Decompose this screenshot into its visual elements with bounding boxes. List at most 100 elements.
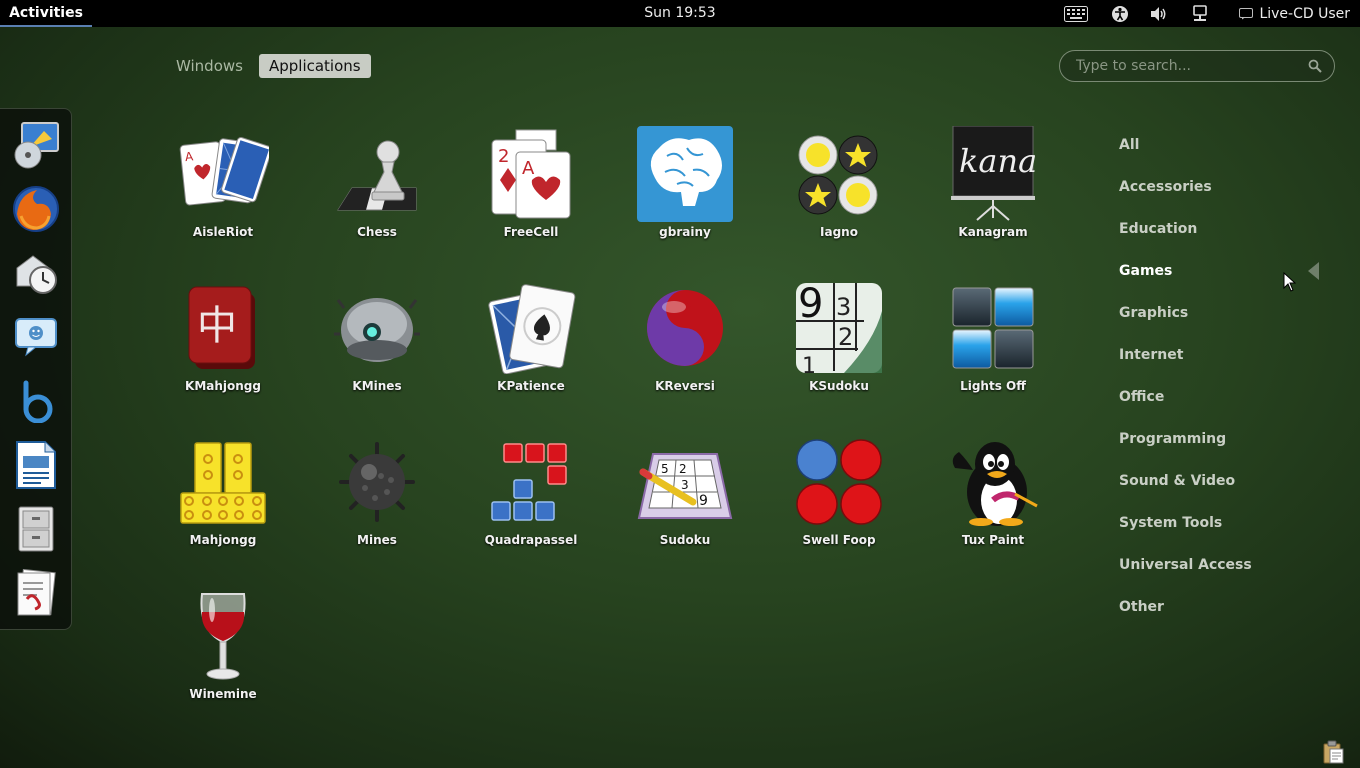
app-mahjongg[interactable]: Mahjongg: [158, 434, 288, 574]
app-freecell[interactable]: 2A FreeCell: [466, 126, 596, 266]
applications-tab[interactable]: Applications: [258, 54, 371, 78]
app-gbrainy[interactable]: gbrainy: [620, 126, 750, 266]
freecell-a-label: A: [522, 158, 535, 179]
yin-yang-icon: [637, 280, 733, 376]
app-chess[interactable]: Chess: [312, 126, 442, 266]
category-all[interactable]: All: [1119, 137, 1139, 153]
clipboard-icon[interactable]: [1322, 740, 1344, 768]
app-iagno[interactable]: Iagno: [774, 126, 904, 266]
banshee-icon: [23, 380, 53, 423]
app-quadrapassel[interactable]: Quadrapassel: [466, 434, 596, 574]
mahjong-char-label: 中: [197, 303, 237, 349]
dash-item-disc-burner[interactable]: [8, 117, 64, 173]
app-label: KMahjongg: [185, 379, 261, 393]
wine-glass-icon: [175, 588, 271, 684]
app-label: KReversi: [655, 379, 715, 393]
app-winemine[interactable]: Winemine: [158, 588, 288, 728]
app-kmahjongg[interactable]: 中 KMahjongg: [158, 280, 288, 420]
app-label: FreeCell: [503, 225, 559, 239]
app-kpatience[interactable]: KPatience: [466, 280, 596, 420]
ksudoku-2-label: 2: [838, 323, 853, 351]
iagno-icon: [791, 126, 887, 222]
app-kanagram[interactable]: kana Kanagram: [928, 126, 1058, 266]
dash: [0, 108, 72, 630]
clock-label[interactable]: Sun 19:53: [644, 5, 715, 21]
sudoku-5-label: 5: [661, 462, 669, 476]
app-label: AisleRiot: [192, 225, 254, 239]
app-kreversi[interactable]: KReversi: [620, 280, 750, 420]
app-tux-paint[interactable]: Tux Paint: [928, 434, 1058, 574]
app-mines[interactable]: Mines: [312, 434, 442, 574]
lights-off-icon: [945, 280, 1041, 376]
tetris-icon: [483, 434, 579, 530]
kanagram-icon: kana: [945, 126, 1041, 222]
category-programming[interactable]: Programming: [1119, 431, 1226, 447]
search-box[interactable]: [1059, 50, 1335, 82]
app-label: Mines: [357, 533, 397, 547]
app-label: KMines: [352, 379, 402, 393]
network-icon[interactable]: [1190, 4, 1210, 23]
app-label: Swell Foop: [802, 533, 876, 547]
sudoku-2-label: 2: [679, 462, 687, 476]
app-lights-off[interactable]: Lights Off: [928, 280, 1058, 420]
dash-item-mail-clock[interactable]: [8, 245, 64, 301]
category-internet[interactable]: Internet: [1119, 347, 1183, 363]
file-cabinet-icon: [18, 506, 54, 552]
app-sudoku[interactable]: 52 39 Sudoku: [620, 434, 750, 574]
selected-category-indicator-icon: [1308, 262, 1320, 284]
category-accessories[interactable]: Accessories: [1119, 179, 1212, 195]
brain-icon: [637, 126, 733, 222]
ksudoku-9-label: 9: [798, 281, 823, 327]
windows-tab[interactable]: Windows: [166, 54, 253, 78]
mine-icon: [329, 434, 425, 530]
app-aisleriot[interactable]: A AisleRiot: [158, 126, 288, 266]
dash-item-file-cabinet[interactable]: [8, 501, 64, 557]
chat-icon: [15, 318, 57, 357]
category-other[interactable]: Other: [1119, 599, 1164, 615]
category-education[interactable]: Education: [1119, 221, 1197, 237]
app-ksudoku[interactable]: 932 1 KSudoku: [774, 280, 904, 420]
category-universal-access[interactable]: Universal Access: [1119, 557, 1252, 573]
accessibility-icon[interactable]: [1110, 4, 1130, 23]
category-games[interactable]: Games: [1119, 263, 1172, 279]
search-icon: [1308, 59, 1322, 73]
app-swell-foop[interactable]: Swell Foop: [774, 434, 904, 574]
activities-button[interactable]: Activities: [0, 0, 92, 27]
category-graphics[interactable]: Graphics: [1119, 305, 1188, 321]
sudoku-icon: 52 39: [637, 434, 733, 530]
app-label: KSudoku: [809, 379, 869, 393]
chess-icon: [329, 126, 425, 222]
app-label: Tux Paint: [961, 533, 1025, 547]
app-label: Mahjongg: [189, 533, 257, 547]
dash-item-banshee[interactable]: [8, 373, 64, 429]
freecell-2-label: 2: [498, 146, 509, 167]
dash-item-chat[interactable]: [8, 309, 64, 365]
app-label: Lights Off: [960, 379, 1026, 393]
dash-item-writer[interactable]: [8, 437, 64, 493]
volume-icon[interactable]: [1149, 4, 1169, 23]
user-name: Live-CD User: [1259, 5, 1350, 22]
firefox-icon: [13, 186, 59, 232]
kpatience-icon: [483, 280, 579, 376]
mouse-pointer-icon: [1283, 271, 1297, 296]
document-viewer-icon: [17, 569, 56, 616]
top-panel: Activities Sun 19:53 Live-CD User: [0, 0, 1360, 27]
category-office[interactable]: Office: [1119, 389, 1164, 405]
category-system-tools[interactable]: System Tools: [1119, 515, 1222, 531]
dash-item-document-viewer[interactable]: [8, 565, 64, 621]
tux-icon: [945, 434, 1041, 530]
user-menu[interactable]: Live-CD User: [1239, 0, 1350, 27]
view-selector: Windows Applications: [166, 54, 371, 78]
app-label: Sudoku: [659, 533, 711, 547]
app-label: Kanagram: [958, 225, 1028, 239]
kmines-icon: [329, 280, 425, 376]
keyboard-icon[interactable]: [1063, 4, 1089, 23]
user-icon: [1239, 7, 1254, 19]
dash-item-firefox[interactable]: [8, 181, 64, 237]
app-kmines[interactable]: KMines: [312, 280, 442, 420]
category-sound-video[interactable]: Sound & Video: [1119, 473, 1235, 489]
search-input[interactable]: [1074, 57, 1308, 75]
ksudoku-icon: 932 1: [791, 280, 887, 376]
mahjongg-icon: [175, 434, 271, 530]
freecell-icon: 2A: [483, 126, 579, 222]
